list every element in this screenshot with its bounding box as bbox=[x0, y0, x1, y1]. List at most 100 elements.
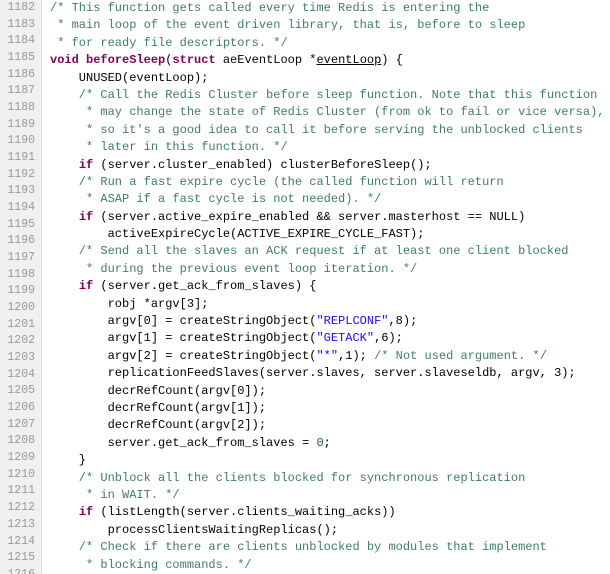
code-line: server.get_ack_from_slaves = 0; bbox=[50, 435, 610, 452]
code-content: /* This function gets called every time … bbox=[42, 0, 610, 574]
code-line: if (server.active_expire_enabled && serv… bbox=[50, 209, 610, 226]
code-segment: /* Call the Redis Cluster before sleep f… bbox=[50, 88, 597, 102]
code-line: if (server.get_ack_from_slaves) { bbox=[50, 278, 610, 295]
code-segment: decrRefCount(argv[2]); bbox=[50, 418, 266, 432]
line-number: 1195 bbox=[4, 217, 35, 234]
code-segment: beforeSleep bbox=[86, 53, 165, 67]
code-line: argv[1] = createStringObject("GETACK",6)… bbox=[50, 330, 610, 347]
code-segment: if bbox=[79, 210, 93, 224]
code-segment: ,6); bbox=[374, 331, 403, 345]
code-segment: aeEventLoop * bbox=[216, 53, 317, 67]
code-segment: decrRefCount(argv[0]); bbox=[50, 384, 266, 398]
line-number: 1198 bbox=[4, 267, 35, 284]
code-segment: * ASAP if a fast cycle is not needed). *… bbox=[50, 192, 381, 206]
code-segment: /* Unblock all the clients blocked for s… bbox=[50, 471, 525, 485]
line-number: 1214 bbox=[4, 534, 35, 551]
code-segment: /* Not used argument. */ bbox=[374, 349, 547, 363]
line-number: 1191 bbox=[4, 150, 35, 167]
code-segment: * so it's a good idea to call it before … bbox=[50, 123, 583, 137]
code-line: UNUSED(eventLoop); bbox=[50, 70, 610, 87]
line-number: 1182 bbox=[4, 0, 35, 17]
code-segment bbox=[50, 279, 79, 293]
code-segment: ,8); bbox=[388, 314, 417, 328]
code-segment: /* Send all the slaves an ACK request if… bbox=[50, 244, 568, 258]
code-line: * may change the state of Redis Cluster … bbox=[50, 104, 610, 121]
code-segment: void bbox=[50, 53, 79, 67]
code-line: decrRefCount(argv[1]); bbox=[50, 400, 610, 417]
code-segment: "GETACK" bbox=[316, 331, 374, 345]
line-number: 1183 bbox=[4, 17, 35, 34]
code-segment: argv[1] = createStringObject( bbox=[50, 331, 316, 345]
line-number: 1204 bbox=[4, 367, 35, 384]
code-segment: ) { bbox=[381, 53, 403, 67]
line-number: 1197 bbox=[4, 250, 35, 267]
code-segment: * may change the state of Redis Cluster … bbox=[50, 105, 605, 119]
code-segment: * for ready file descriptors. */ bbox=[50, 36, 288, 50]
code-line: replicationFeedSlaves(server.slaves, ser… bbox=[50, 365, 610, 382]
code-segment: struct bbox=[172, 53, 215, 67]
line-number: 1185 bbox=[4, 50, 35, 67]
line-number: 1202 bbox=[4, 333, 35, 350]
code-segment: decrRefCount(argv[1]); bbox=[50, 401, 266, 415]
code-line: * later in this function. */ bbox=[50, 139, 610, 156]
code-segment: if bbox=[79, 505, 93, 519]
code-line: } bbox=[50, 452, 610, 469]
code-segment: (server.active_expire_enabled && server.… bbox=[93, 210, 525, 224]
code-segment: * later in this function. */ bbox=[50, 140, 288, 154]
line-number: 1186 bbox=[4, 67, 35, 84]
code-line: * ASAP if a fast cycle is not needed). *… bbox=[50, 191, 610, 208]
code-segment: robj *argv[3]; bbox=[50, 297, 208, 311]
code-line: void beforeSleep(struct aeEventLoop *eve… bbox=[50, 52, 610, 69]
code-viewer: 1182118311841185118611871188118911901191… bbox=[0, 0, 610, 574]
code-segment: eventLoop bbox=[316, 53, 381, 67]
line-number: 1213 bbox=[4, 517, 35, 534]
code-line: * during the previous event loop iterati… bbox=[50, 261, 610, 278]
code-line: argv[2] = createStringObject("*",1); /* … bbox=[50, 348, 610, 365]
code-line: /* Unblock all the clients blocked for s… bbox=[50, 470, 610, 487]
line-number: 1205 bbox=[4, 383, 35, 400]
line-number: 1207 bbox=[4, 417, 35, 434]
code-line: decrRefCount(argv[2]); bbox=[50, 417, 610, 434]
code-segment: ,1); bbox=[338, 349, 374, 363]
code-line: robj *argv[3]; bbox=[50, 296, 610, 313]
code-segment: processClientsWaitingReplicas(); bbox=[50, 523, 338, 537]
line-number: 1206 bbox=[4, 400, 35, 417]
code-segment: replicationFeedSlaves(server.slaves, ser… bbox=[50, 366, 576, 380]
code-segment: "*" bbox=[316, 349, 338, 363]
code-line: processClientsWaitingReplicas(); bbox=[50, 522, 610, 539]
code-segment: } bbox=[50, 453, 86, 467]
line-number: 1190 bbox=[4, 133, 35, 150]
code-segment: ; bbox=[324, 436, 331, 450]
code-line: * in WAIT. */ bbox=[50, 487, 610, 504]
line-number: 1196 bbox=[4, 233, 35, 250]
code-segment bbox=[50, 158, 79, 172]
code-line: decrRefCount(argv[0]); bbox=[50, 383, 610, 400]
code-segment: activeExpireCycle(ACTIVE_EXPIRE_CYCLE_FA… bbox=[50, 227, 424, 241]
line-number: 1192 bbox=[4, 167, 35, 184]
code-segment bbox=[79, 53, 86, 67]
line-number: 1210 bbox=[4, 467, 35, 484]
line-number: 1208 bbox=[4, 433, 35, 450]
code-line: * blocking commands. */ bbox=[50, 557, 610, 574]
code-line: * for ready file descriptors. */ bbox=[50, 35, 610, 52]
code-segment: 0 bbox=[316, 436, 323, 450]
code-line: activeExpireCycle(ACTIVE_EXPIRE_CYCLE_FA… bbox=[50, 226, 610, 243]
line-number: 1203 bbox=[4, 350, 35, 367]
code-segment: argv[2] = createStringObject( bbox=[50, 349, 316, 363]
code-line: /* Check if there are clients unblocked … bbox=[50, 539, 610, 556]
line-numbers: 1182118311841185118611871188118911901191… bbox=[0, 0, 42, 574]
code-segment: if bbox=[79, 158, 93, 172]
line-number: 1193 bbox=[4, 183, 35, 200]
line-number: 1189 bbox=[4, 117, 35, 134]
line-number: 1216 bbox=[4, 567, 35, 574]
code-line: * so it's a good idea to call it before … bbox=[50, 122, 610, 139]
code-segment: * in WAIT. */ bbox=[50, 488, 180, 502]
code-segment: * during the previous event loop iterati… bbox=[50, 262, 417, 276]
code-segment: /* This function gets called every time … bbox=[50, 1, 489, 15]
code-segment bbox=[50, 505, 79, 519]
code-line: argv[0] = createStringObject("REPLCONF",… bbox=[50, 313, 610, 330]
line-number: 1199 bbox=[4, 283, 35, 300]
code-segment: UNUSED(eventLoop); bbox=[50, 71, 208, 85]
code-segment: server.get_ack_from_slaves = bbox=[50, 436, 316, 450]
code-line: if (listLength(server.clients_waiting_ac… bbox=[50, 504, 610, 521]
